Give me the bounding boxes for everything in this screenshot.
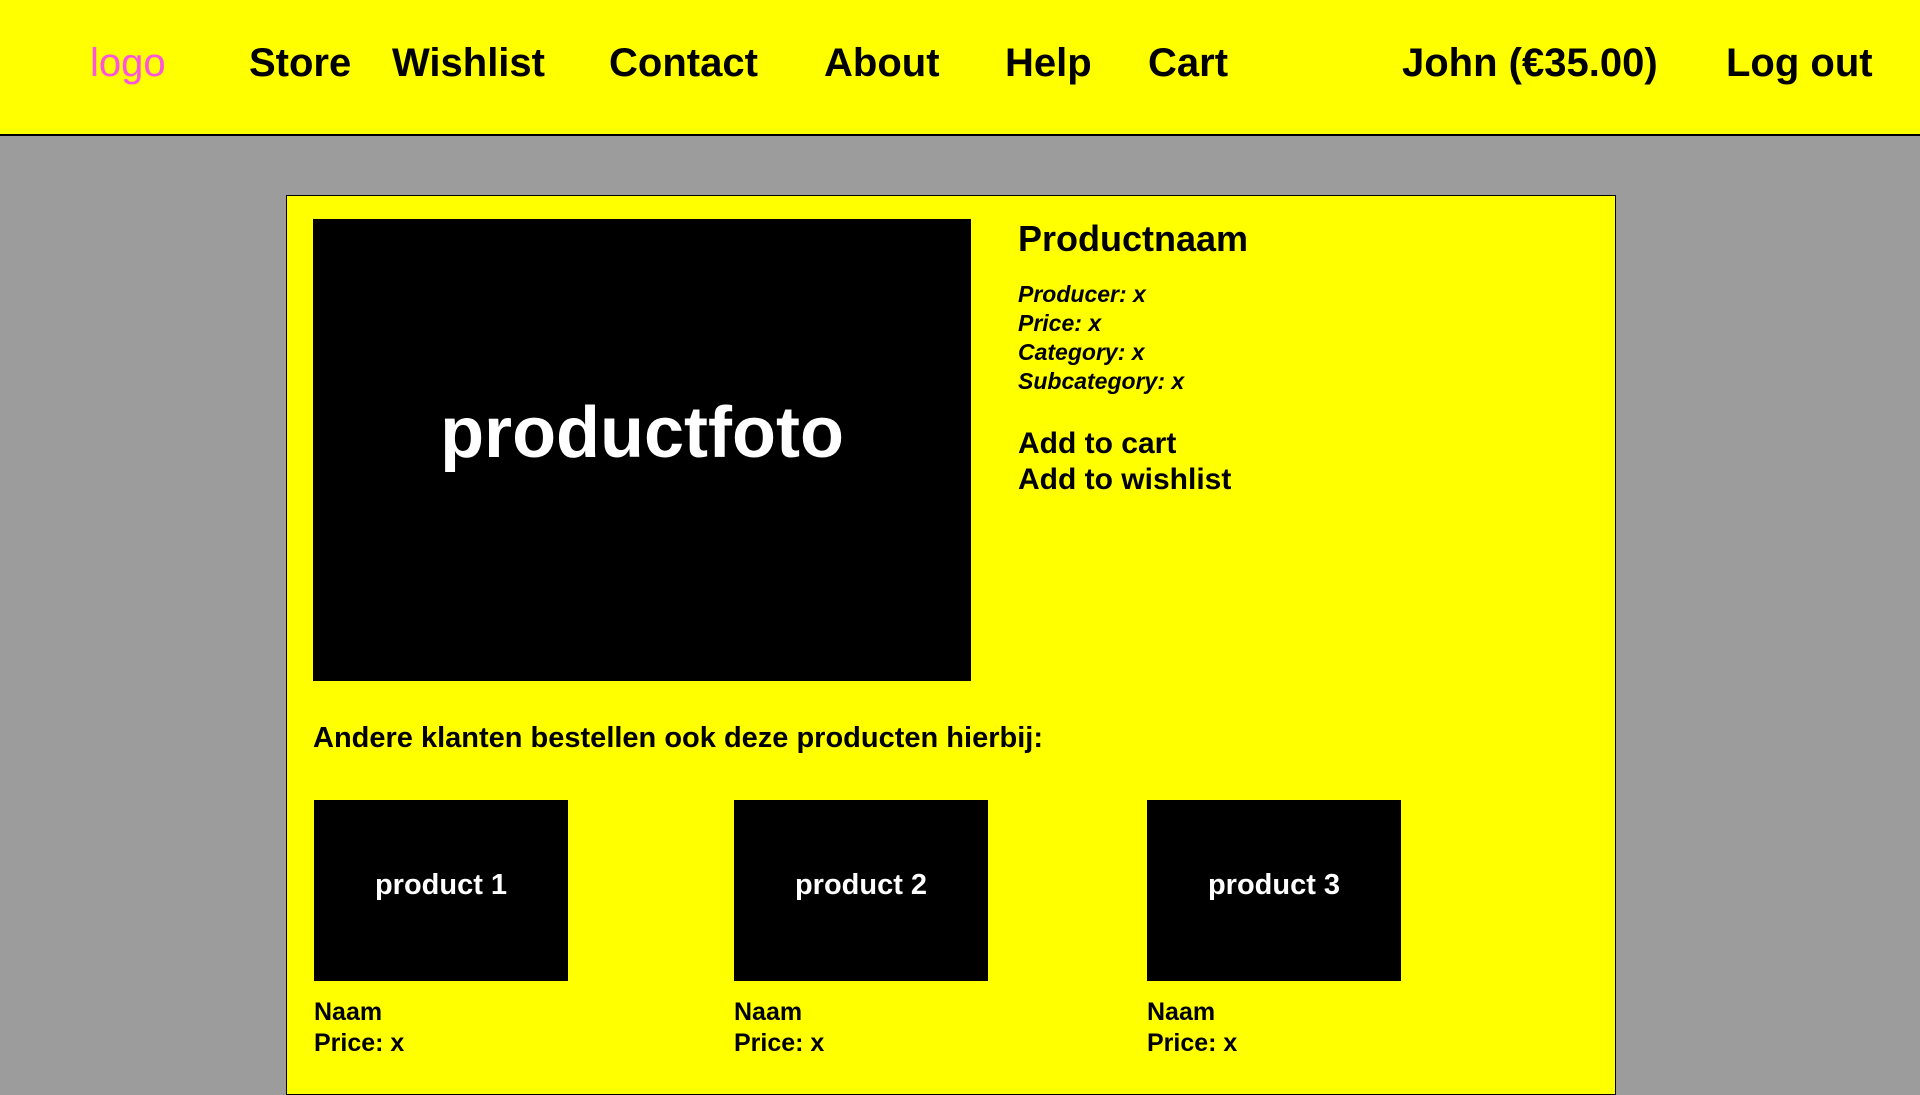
recommended-product-card[interactable]: product 2 Naam Price: x — [734, 800, 988, 1059]
nav-link-wishlist[interactable]: Wishlist — [392, 0, 545, 126]
recommended-product-card[interactable]: product 1 Naam Price: x — [314, 800, 568, 1059]
logout-link[interactable]: Log out — [1726, 0, 1873, 126]
recommended-product-price: Price: x — [314, 1029, 405, 1057]
recommended-product-image[interactable]: product 2 — [734, 800, 988, 981]
recommended-product-card[interactable]: product 3 Naam Price: x — [1147, 800, 1401, 1059]
product-category: Category: x — [1018, 339, 1145, 365]
product-photo: productfoto — [313, 219, 971, 681]
top-navigation-bar: logo Store Wishlist Contact About Help C… — [0, 0, 1920, 136]
nav-link-about[interactable]: About — [824, 0, 940, 126]
nav-link-help[interactable]: Help — [1005, 0, 1092, 126]
recommended-product-image[interactable]: product 1 — [314, 800, 568, 981]
recommended-product-name: Naam — [1147, 998, 1216, 1026]
add-to-wishlist-link[interactable]: Add to wishlist — [1018, 462, 1578, 498]
recommended-product-name: Naam — [314, 998, 383, 1026]
user-account-balance[interactable]: John (€35.00) — [1402, 0, 1658, 126]
product-price: Price: x — [1018, 310, 1102, 336]
product-detail-panel: productfoto Productnaam Producer: x Pric… — [286, 195, 1616, 1095]
recommended-product-name: Naam — [734, 998, 803, 1026]
logo[interactable]: logo — [90, 0, 166, 126]
recommended-product-image-label: product 2 — [794, 869, 928, 901]
product-details: Productnaam Producer: x Price: x Categor… — [1018, 218, 1578, 498]
nav-link-contact[interactable]: Contact — [609, 0, 758, 126]
recommended-product-image-label: product 1 — [374, 869, 508, 901]
recommended-product-image[interactable]: product 3 — [1147, 800, 1401, 981]
product-subcategory: Subcategory: x — [1018, 368, 1185, 394]
product-actions: Add to cart Add to wishlist — [1018, 426, 1578, 498]
nav-link-cart[interactable]: Cart — [1148, 0, 1228, 126]
product-photo-label: productfoto — [440, 393, 844, 473]
add-to-cart-link[interactable]: Add to cart — [1018, 426, 1578, 462]
recommended-product-price: Price: x — [1147, 1029, 1238, 1057]
product-producer: Producer: x — [1018, 281, 1146, 307]
product-name: Productnaam — [1018, 218, 1249, 259]
recommended-product-price: Price: x — [734, 1029, 825, 1057]
nav-link-store[interactable]: Store — [249, 0, 351, 126]
recommendations-heading: Andere klanten bestellen ook deze produc… — [313, 722, 1043, 754]
recommended-product-image-label: product 3 — [1207, 869, 1341, 901]
